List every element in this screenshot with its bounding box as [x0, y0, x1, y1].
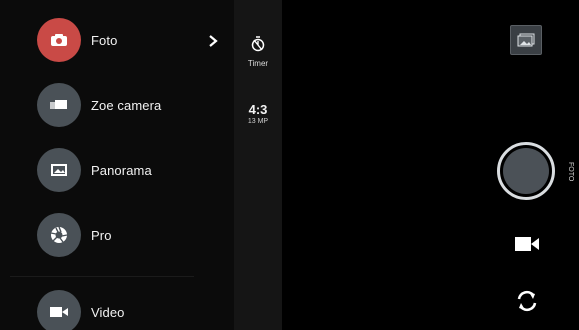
video-record-icon[interactable]	[514, 234, 540, 254]
resolution-setting[interactable]: 4:3 13 MP	[234, 102, 282, 125]
mode-panel: Foto Zoe camera Panorama Pro Video	[0, 0, 234, 330]
shutter-button[interactable]	[497, 142, 555, 200]
mode-label-pro: Pro	[91, 227, 112, 243]
mode-item-zoe-camera[interactable]: Zoe camera	[0, 73, 234, 137]
mode-item-pro[interactable]: Pro	[0, 203, 234, 277]
timer-icon	[251, 36, 265, 52]
chevron-right-icon[interactable]	[206, 34, 220, 48]
mode-item-foto[interactable]: Foto	[0, 8, 234, 72]
panorama-icon	[37, 148, 81, 192]
settings-column: Timer 4:3 13 MP	[234, 0, 282, 330]
aspect-ratio: 4:3	[248, 102, 268, 117]
mode-item-panorama[interactable]: Panorama	[0, 138, 234, 202]
zoe-icon	[37, 83, 81, 127]
gallery-thumbnail[interactable]	[510, 25, 542, 55]
timer-label: Timer	[247, 59, 269, 68]
mode-label-panorama: Panorama	[91, 162, 152, 178]
mode-item-video[interactable]: Video	[0, 280, 234, 330]
resolution-mp: 13 MP	[247, 118, 269, 125]
shutter-mode-label: FOTO	[567, 162, 574, 182]
switch-camera-icon[interactable]	[514, 288, 540, 314]
video-icon	[37, 290, 81, 330]
mode-label-zoe-camera: Zoe camera	[91, 97, 162, 113]
timer-setting[interactable]: Timer	[234, 36, 282, 68]
shutter-inner	[503, 148, 549, 194]
aperture-icon	[37, 213, 81, 257]
gallery-icon	[517, 33, 535, 47]
mode-label-foto: Foto	[91, 32, 118, 48]
camera-icon	[37, 18, 81, 62]
mode-label-video: Video	[91, 304, 125, 320]
